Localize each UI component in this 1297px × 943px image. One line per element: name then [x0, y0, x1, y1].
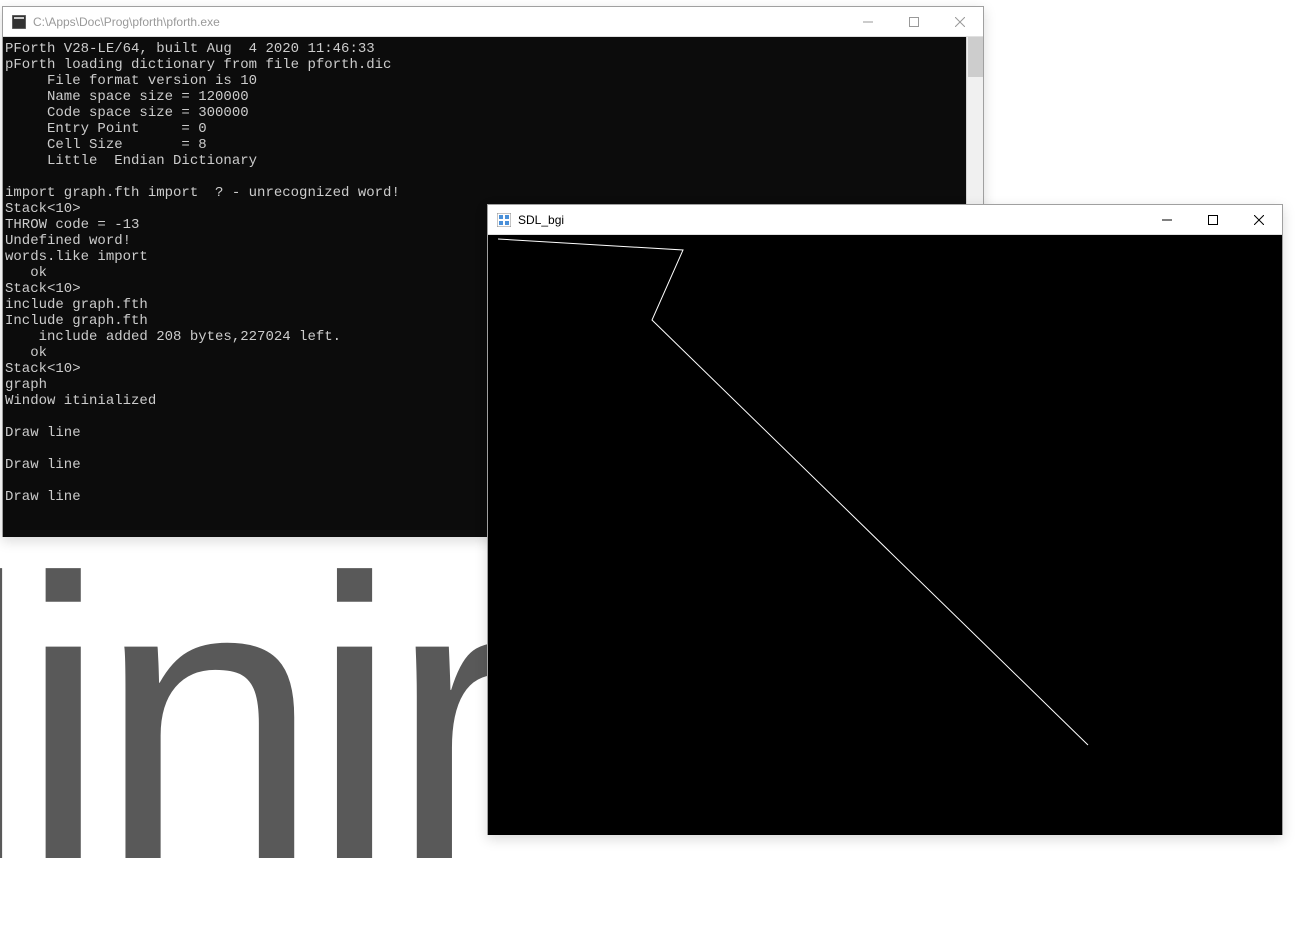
graphics-window: SDL_bgi	[487, 204, 1283, 835]
console-titlebar[interactable]: C:\Apps\Doc\Prog\pforth\pforth.exe	[3, 7, 983, 37]
minimize-button[interactable]	[845, 7, 891, 36]
drawn-lines	[488, 235, 1282, 835]
background-text: linir	[0, 520, 512, 920]
graphics-titlebar[interactable]: SDL_bgi	[488, 205, 1282, 235]
graphics-canvas[interactable]	[488, 235, 1282, 835]
close-button[interactable]	[937, 7, 983, 36]
graphics-title: SDL_bgi	[518, 213, 1144, 227]
console-scrollbar-thumb[interactable]	[968, 37, 983, 77]
console-window-controls	[845, 7, 983, 36]
close-button[interactable]	[1236, 205, 1282, 234]
maximize-button[interactable]	[891, 7, 937, 36]
polyline	[498, 239, 1088, 745]
maximize-button[interactable]	[1190, 205, 1236, 234]
console-text: PForth V28-LE/64, built Aug 4 2020 11:46…	[5, 41, 400, 505]
minimize-button[interactable]	[1144, 205, 1190, 234]
graphics-window-controls	[1144, 205, 1282, 234]
console-app-icon	[11, 14, 27, 30]
graphics-app-icon	[496, 212, 512, 228]
console-title: C:\Apps\Doc\Prog\pforth\pforth.exe	[33, 15, 845, 29]
